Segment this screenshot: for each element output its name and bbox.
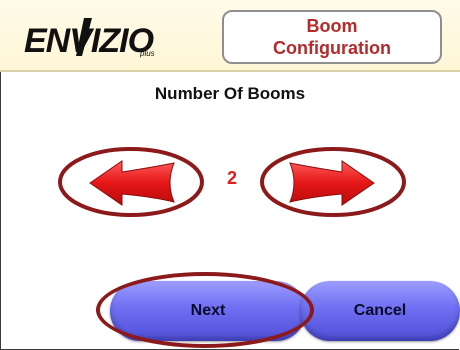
cancel-button-label: Cancel: [353, 302, 407, 319]
svg-text:plus: plus: [139, 49, 155, 58]
left-arrow-icon: [89, 160, 175, 206]
next-button-label: Next: [190, 302, 226, 319]
next-button[interactable]: Next: [110, 281, 306, 341]
page-title-line1: Boom: [306, 16, 358, 36]
envizio-logo: ENVIZIO plus: [22, 14, 182, 60]
number-of-booms-heading: Number Of Booms: [154, 84, 306, 103]
increase-booms-button[interactable]: [258, 145, 408, 220]
header-bar: ENVIZIO plus Boom Configuration: [0, 0, 460, 72]
boom-count-value: 2: [226, 168, 237, 188]
right-arrow-icon: [289, 160, 375, 206]
cancel-button[interactable]: Cancel: [300, 281, 460, 341]
decrease-booms-button[interactable]: [56, 145, 206, 220]
page-title: Boom Configuration: [222, 10, 442, 64]
page-title-line2: Configuration: [273, 38, 391, 58]
